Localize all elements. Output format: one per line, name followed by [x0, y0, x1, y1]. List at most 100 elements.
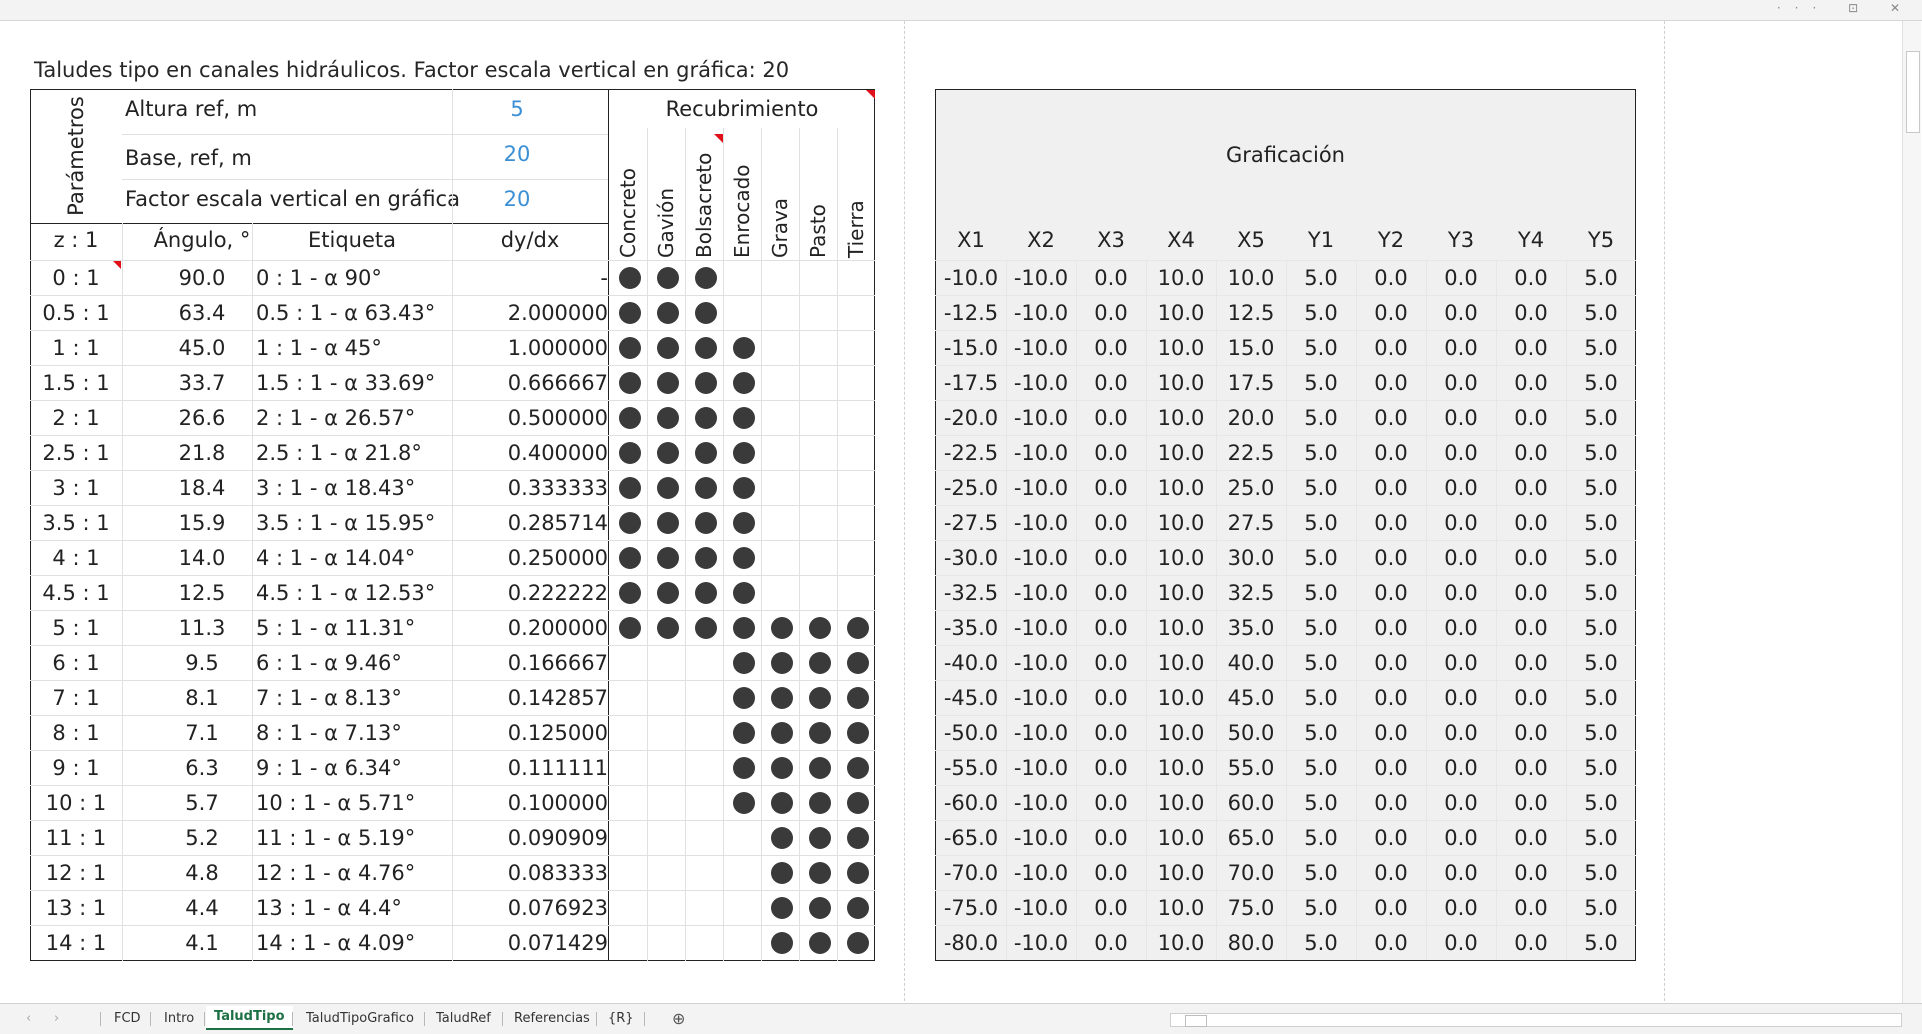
label-cell: 9 : 1 - α 6.34°	[256, 756, 402, 780]
coverage-dot-icon	[695, 372, 717, 394]
coverage-dot-icon	[619, 547, 641, 569]
param-label: Factor escala vertical en gráfica	[125, 187, 460, 211]
tab-r[interactable]: {R}	[600, 1008, 642, 1030]
graf-cell: 20.0	[1227, 406, 1275, 430]
tab-nav-prev-icon[interactable]: ‹	[18, 1008, 39, 1030]
coverage-dot-icon	[695, 407, 717, 429]
graf-cell: 0.0	[1374, 861, 1408, 885]
param-value-altura[interactable]: 5	[452, 97, 582, 121]
dydx-cell: 0.285714	[507, 511, 608, 535]
graf-header-y5: Y5	[1587, 228, 1615, 252]
graf-cell: -27.5	[943, 511, 999, 535]
graf-cell: 0.0	[1514, 896, 1548, 920]
graf-cell: 0.0	[1514, 931, 1548, 955]
tab-intro[interactable]: Intro	[156, 1008, 202, 1030]
add-sheet-icon[interactable]: ⊕	[664, 1008, 693, 1030]
graf-cell: 32.5	[1227, 581, 1275, 605]
graf-cell: -80.0	[943, 931, 999, 955]
tab-fcd[interactable]: FCD	[106, 1008, 149, 1030]
graf-cell: 5.0	[1304, 686, 1338, 710]
coverage-dot-icon	[847, 722, 869, 744]
coverage-dot-icon	[809, 792, 831, 814]
graf-cell: 10.0	[1157, 581, 1205, 605]
graf-cell: 0.0	[1514, 686, 1548, 710]
z-cell: 10 : 1	[45, 791, 107, 815]
graf-cell: 10.0	[1157, 546, 1205, 570]
graf-cell: 0.0	[1094, 511, 1128, 535]
grid-line	[1076, 260, 1077, 960]
window-controls-icon[interactable]: ··· ⊡ ✕	[1777, 1, 1914, 15]
scroll-thumb[interactable]	[1185, 1015, 1207, 1027]
graf-cell: 10.0	[1157, 266, 1205, 290]
grid-line	[1566, 260, 1567, 960]
param-separator	[30, 223, 608, 224]
param-value-base[interactable]: 20	[452, 142, 582, 166]
coverage-dot-icon	[619, 337, 641, 359]
scroll-thumb[interactable]	[1906, 51, 1920, 133]
tab-taludref[interactable]: TaludRef	[428, 1008, 499, 1030]
graf-cell: 0.0	[1094, 546, 1128, 570]
graf-cell: -10.0	[1013, 266, 1069, 290]
param-value-factor[interactable]: 20	[452, 187, 582, 211]
graf-cell: 10.0	[1157, 896, 1205, 920]
grid-line	[122, 179, 608, 180]
graf-cell: 5.0	[1304, 406, 1338, 430]
z-cell: 0 : 1	[52, 266, 100, 290]
tab-taludtipo[interactable]: TaludTipo	[206, 1006, 293, 1030]
vertical-scrollbar[interactable]	[1902, 21, 1921, 1003]
horizontal-scrollbar[interactable]	[1170, 1013, 1902, 1027]
grid-line	[452, 89, 453, 223]
dydx-cell: -	[600, 266, 608, 290]
graf-cell: 5.0	[1584, 686, 1618, 710]
z-cell: 13 : 1	[45, 896, 107, 920]
coverage-dot-icon	[733, 687, 755, 709]
grid-line	[1356, 260, 1357, 960]
graf-cell: -10.0	[1013, 441, 1069, 465]
coverage-dot-icon	[847, 687, 869, 709]
graf-cell: 5.0	[1304, 301, 1338, 325]
tab-divider	[150, 1012, 151, 1026]
coverage-dot-icon	[733, 652, 755, 674]
coverage-dot-icon	[733, 337, 755, 359]
grid-line	[1496, 260, 1497, 960]
coverage-dot-icon	[657, 617, 679, 639]
graf-cell: -10.0	[1013, 861, 1069, 885]
tab-referencias[interactable]: Referencias	[506, 1008, 598, 1030]
graf-cell: 0.0	[1374, 791, 1408, 815]
label-cell: 0 : 1 - α 90°	[256, 266, 382, 290]
graf-cell: 10.0	[1157, 826, 1205, 850]
grid-line	[122, 223, 123, 961]
graf-cell: 30.0	[1227, 546, 1275, 570]
graf-cell: -10.0	[1013, 616, 1069, 640]
graf-cell: 0.0	[1374, 371, 1408, 395]
graf-cell: 40.0	[1227, 651, 1275, 675]
grid-line	[1286, 260, 1287, 960]
dydx-cell: 0.125000	[507, 721, 608, 745]
graf-cell: 5.0	[1304, 756, 1338, 780]
graf-cell: 10.0	[1157, 441, 1205, 465]
tab-taludtipografico[interactable]: TaludTipoGrafico	[298, 1008, 422, 1030]
coverage-dot-icon	[619, 512, 641, 534]
dydx-cell: 0.111111	[507, 756, 608, 780]
graf-cell: -10.0	[1013, 371, 1069, 395]
graf-cell: 0.0	[1374, 266, 1408, 290]
graf-cell: 50.0	[1227, 721, 1275, 745]
graf-cell: 10.0	[1157, 371, 1205, 395]
graf-cell: -10.0	[1013, 721, 1069, 745]
z-cell: 3.5 : 1	[42, 511, 110, 535]
graf-cell: 55.0	[1227, 756, 1275, 780]
graf-cell: 0.0	[1514, 861, 1548, 885]
comment-marker-icon[interactable]	[866, 90, 875, 99]
grid-line	[761, 128, 762, 961]
coverage-dot-icon	[847, 652, 869, 674]
graf-cell: 0.0	[1374, 826, 1408, 850]
coverage-dot-icon	[619, 267, 641, 289]
coverage-dot-icon	[619, 477, 641, 499]
coverage-dot-icon	[733, 722, 755, 744]
z-cell: 4 : 1	[52, 546, 100, 570]
coverage-dot-icon	[619, 442, 641, 464]
dydx-cell: 0.250000	[507, 546, 608, 570]
tab-nav-next-icon[interactable]: ›	[46, 1008, 67, 1030]
graf-cell: 0.0	[1374, 406, 1408, 430]
z-cell: 14 : 1	[45, 931, 107, 955]
